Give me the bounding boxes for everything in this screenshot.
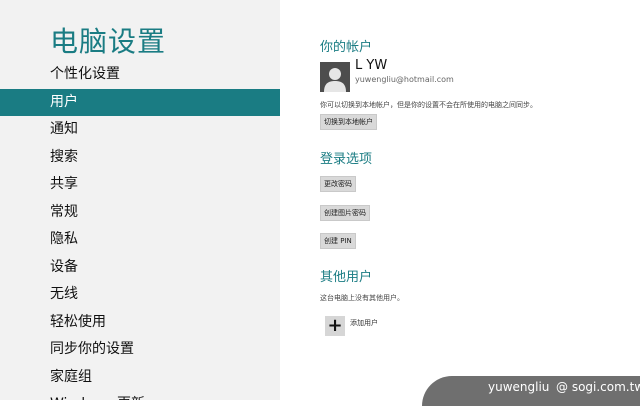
account-info: 你可以切换到本地帐户，但是你的设置不会在所使用的电脑之间同步。	[320, 101, 537, 109]
add-user-icon[interactable]: +	[325, 316, 345, 336]
watermark-user: yuwengliu	[488, 380, 550, 394]
avatar	[320, 62, 350, 92]
user-email: yuwengliu@hotmail.com	[355, 75, 454, 84]
sidebar-item-privacy[interactable]: 隐私	[0, 226, 280, 254]
account-heading: 你的帐户	[320, 40, 373, 55]
sidebar-nav: 个性化设置 用户 通知 搜索 共享 常规 隐私 设备 无线 轻松使用 同步你的设…	[0, 61, 280, 400]
sidebar-item-notifications[interactable]: 通知	[0, 116, 280, 144]
sidebar-item-sync[interactable]: 同步你的设置	[0, 336, 280, 364]
create-pin-button[interactable]: 创建 PIN	[320, 233, 356, 249]
sidebar-item-personalize[interactable]: 个性化设置	[0, 61, 280, 89]
watermark: yuwengliu @ sogi.com.tw	[422, 376, 640, 406]
user-name: L YW	[355, 58, 388, 73]
sidebar-item-share[interactable]: 共享	[0, 171, 280, 199]
other-users-heading: 其他用户	[320, 270, 373, 285]
sidebar-item-ease-of-access[interactable]: 轻松使用	[0, 309, 280, 337]
create-picture-password-button[interactable]: 创建图片密码	[320, 205, 370, 221]
sidebar-item-homegroup[interactable]: 家庭组	[0, 364, 280, 392]
sidebar-item-windows-update[interactable]: Windows 更新	[0, 391, 280, 400]
add-user-label[interactable]: 添加用户	[350, 318, 378, 328]
sidebar-item-devices[interactable]: 设备	[0, 254, 280, 282]
signin-heading: 登录选项	[320, 152, 373, 167]
watermark-site: @ sogi.com.tw	[556, 380, 640, 394]
change-password-button[interactable]: 更改密码	[320, 176, 356, 192]
sidebar-item-wireless[interactable]: 无线	[0, 281, 280, 309]
sidebar-item-general[interactable]: 常规	[0, 199, 280, 227]
sidebar-item-users[interactable]: 用户	[0, 88, 280, 116]
sidebar: 电脑设置 个性化设置 用户 通知 搜索 共享 常规 隐私 设备 无线 轻松使用 …	[0, 0, 280, 400]
app-title: 电脑设置	[50, 25, 167, 58]
sidebar-item-search[interactable]: 搜索	[0, 144, 280, 172]
other-users-info: 这台电脑上没有其他用户。	[320, 294, 404, 302]
switch-to-local-account-button[interactable]: 切换到本地帐户	[320, 114, 377, 130]
user-silhouette-icon	[320, 62, 350, 92]
